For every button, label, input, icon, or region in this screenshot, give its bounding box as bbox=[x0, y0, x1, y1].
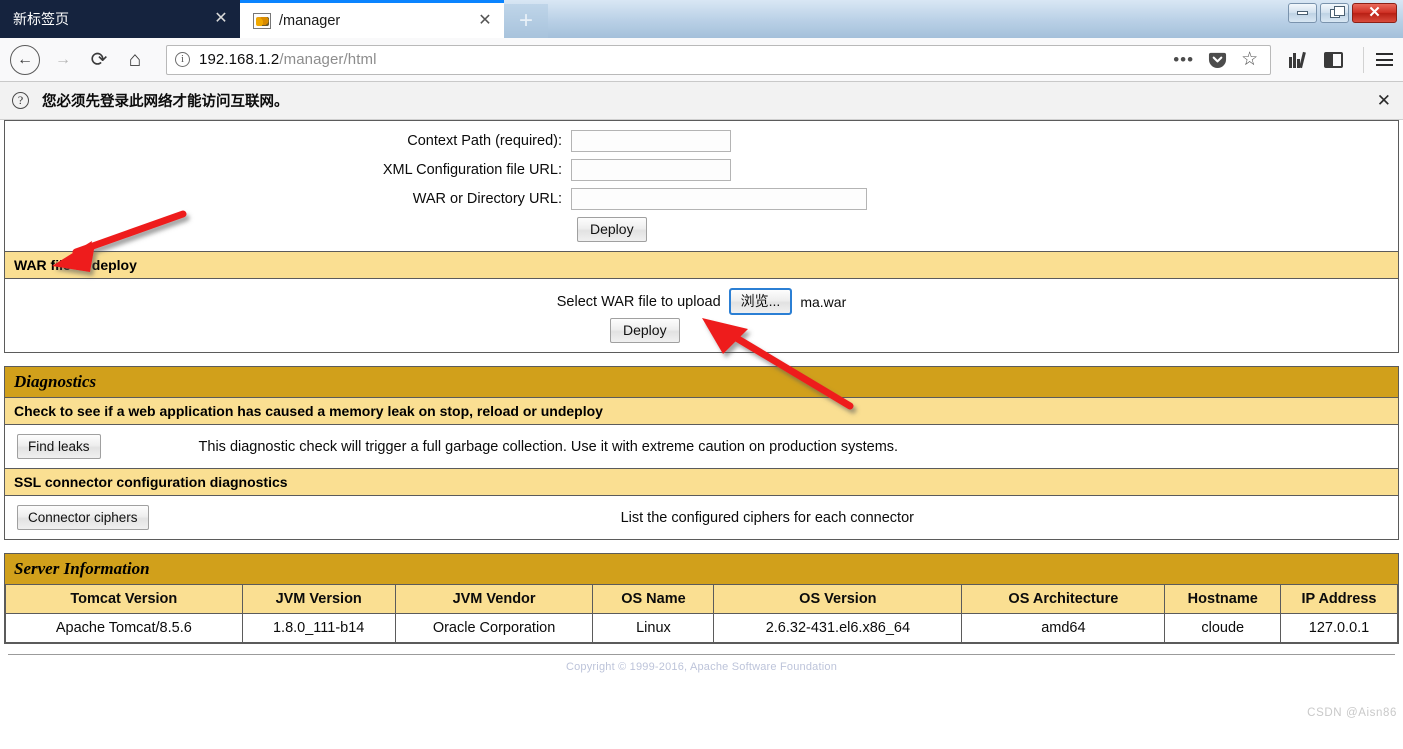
close-icon[interactable]: ✕ bbox=[476, 12, 494, 30]
bookmark-star-icon[interactable]: ☆ bbox=[1241, 50, 1258, 69]
close-window-button[interactable]: ✕ bbox=[1352, 3, 1397, 23]
new-tab-button[interactable]: + bbox=[504, 4, 548, 38]
toolbar-actions bbox=[1283, 46, 1393, 73]
war-directory-url-label: WAR or Directory URL: bbox=[412, 191, 562, 207]
section-gap bbox=[4, 353, 1399, 366]
cell-tomcat-version: Apache Tomcat/8.5.6 bbox=[5, 613, 243, 643]
url-path: /manager/html bbox=[279, 51, 377, 68]
column-header: Tomcat Version bbox=[5, 584, 243, 614]
section-gap bbox=[4, 540, 1399, 553]
cell-os-version: 2.6.32-431.el6.x86_64 bbox=[713, 613, 963, 643]
form-row-context-path: Context Path (required): bbox=[5, 130, 1398, 152]
cell-jvm-vendor: Oracle Corporation bbox=[394, 613, 594, 643]
minimize-icon bbox=[1297, 11, 1308, 15]
back-icon[interactable]: ← bbox=[10, 44, 40, 75]
column-header: OS Name bbox=[592, 584, 715, 614]
server-information-panel: Server Information Tomcat Version JVM Ve… bbox=[4, 553, 1399, 644]
memory-leak-subheading: Check to see if a web application has ca… bbox=[5, 398, 1398, 425]
tab-new-page[interactable]: 新标签页 ✕ bbox=[0, 0, 240, 38]
deploy-panel: Context Path (required): XML Configurati… bbox=[4, 120, 1399, 353]
select-war-file-label: Select WAR file to upload bbox=[556, 293, 721, 310]
tomcat-manager-page: Context Path (required): XML Configurati… bbox=[0, 120, 1403, 749]
close-icon[interactable]: ✕ bbox=[212, 10, 230, 28]
close-icon: ✕ bbox=[1368, 4, 1381, 21]
page-actions-icon[interactable]: ••• bbox=[1173, 51, 1194, 68]
war-upload-row: Select WAR file to upload 浏览... ma.war bbox=[5, 279, 1398, 318]
column-header: JVM Version bbox=[241, 584, 396, 614]
tab-title: /manager bbox=[279, 12, 341, 29]
home-icon[interactable]: ⌂ bbox=[118, 43, 152, 77]
selected-file-name: ma.war bbox=[800, 293, 847, 310]
find-leaks-button[interactable]: Find leaks bbox=[17, 434, 101, 459]
connector-ciphers-description: List the configured ciphers for each con… bbox=[620, 509, 914, 526]
cell-os-architecture: amd64 bbox=[961, 613, 1166, 643]
menu-icon[interactable] bbox=[1363, 46, 1393, 73]
footer-divider bbox=[8, 654, 1395, 655]
tab-title: 新标签页 bbox=[13, 11, 69, 27]
server-information-table: Tomcat Version JVM Version JVM Vendor OS… bbox=[5, 584, 1398, 643]
library-icon[interactable] bbox=[1289, 51, 1306, 69]
table-header-row: Tomcat Version JVM Version JVM Vendor OS… bbox=[5, 584, 1398, 614]
tabstrip-filler bbox=[548, 0, 1403, 38]
footer-copyright: Copyright © 1999-2016, Apache Software F… bbox=[565, 661, 838, 673]
cell-ip-address: 127.0.0.1 bbox=[1280, 613, 1398, 643]
war-upload-area: Select WAR file to upload 浏览... ma.war D… bbox=[5, 279, 1398, 352]
deploy-path-button[interactable]: Deploy bbox=[577, 217, 647, 242]
restore-button[interactable] bbox=[1320, 3, 1349, 23]
tab-strip: 新标签页 ✕ /manager ✕ + ✕ bbox=[0, 0, 1403, 38]
cell-os-name: Linux bbox=[592, 613, 715, 643]
column-header: JVM Vendor bbox=[394, 584, 594, 614]
address-bar[interactable]: i 192.168.1.2/manager/html ••• ☆ bbox=[166, 44, 1272, 75]
restore-icon bbox=[1329, 5, 1345, 18]
reload-icon[interactable]: ⟳ bbox=[82, 43, 116, 77]
ssl-diagnostics-subheading: SSL connector configuration diagnostics bbox=[5, 468, 1398, 496]
column-header: OS Version bbox=[713, 584, 963, 614]
form-row-xml-config: XML Configuration file URL: bbox=[5, 159, 1398, 181]
xml-config-url-label: XML Configuration file URL: bbox=[382, 162, 562, 178]
find-leaks-description: This diagnostic check will trigger a ful… bbox=[198, 438, 899, 455]
context-path-label: Context Path (required): bbox=[407, 133, 562, 149]
close-icon[interactable]: ✕ bbox=[1377, 91, 1391, 111]
notification-text: 您必须先登录此网络才能访问互联网。 bbox=[42, 94, 289, 110]
war-file-to-deploy-heading: WAR file to deploy bbox=[5, 251, 1398, 279]
context-path-input[interactable] bbox=[571, 130, 731, 152]
column-header: Hostname bbox=[1164, 584, 1281, 614]
url-text: 192.168.1.2/manager/html bbox=[199, 51, 377, 68]
tomcat-favicon-icon bbox=[253, 12, 271, 29]
xml-config-url-input[interactable] bbox=[571, 159, 731, 181]
diagnostics-panel: Diagnostics Check to see if a web applic… bbox=[4, 366, 1399, 540]
sidebar-icon[interactable] bbox=[1324, 51, 1343, 68]
form-row-war-url: WAR or Directory URL: bbox=[5, 188, 1398, 210]
connector-ciphers-button[interactable]: Connector ciphers bbox=[17, 505, 149, 530]
connector-ciphers-row: Connector ciphers List the configured ci… bbox=[5, 496, 1398, 539]
find-leaks-row: Find leaks This diagnostic check will tr… bbox=[5, 425, 1398, 468]
war-deploy-button-row: Deploy bbox=[5, 318, 1398, 352]
minimize-button[interactable] bbox=[1288, 3, 1317, 23]
tab-manager[interactable]: /manager ✕ bbox=[240, 0, 504, 38]
deploy-button-row: Deploy bbox=[5, 217, 1398, 242]
browse-button[interactable]: 浏览... bbox=[728, 288, 793, 315]
server-information-heading: Server Information bbox=[5, 554, 1398, 584]
forward-icon[interactable]: → bbox=[46, 43, 80, 77]
column-header: OS Architecture bbox=[961, 584, 1166, 614]
cell-jvm-version: 1.8.0_111-b14 bbox=[241, 613, 396, 643]
deploy-war-button[interactable]: Deploy bbox=[610, 318, 680, 343]
question-mark-icon: ? bbox=[12, 92, 29, 109]
war-directory-url-input[interactable] bbox=[571, 188, 867, 210]
column-header: IP Address bbox=[1280, 584, 1398, 614]
table-row: Apache Tomcat/8.5.6 1.8.0_111-b14 Oracle… bbox=[5, 613, 1398, 643]
pocket-icon[interactable] bbox=[1208, 50, 1227, 69]
cell-hostname: cloude bbox=[1164, 613, 1281, 643]
url-host: 192.168.1.2 bbox=[199, 51, 280, 68]
page-info-icon[interactable]: i bbox=[175, 52, 190, 67]
watermark: CSDN @Aisn86 bbox=[1307, 707, 1397, 719]
browser-window: 新标签页 ✕ /manager ✕ + ✕ ← → ⟳ ⌂ i 192.168.… bbox=[0, 0, 1403, 749]
navigation-toolbar: ← → ⟳ ⌂ i 192.168.1.2/manager/html ••• ☆ bbox=[0, 38, 1403, 82]
network-login-notification: ? 您必须先登录此网络才能访问互联网。 ✕ bbox=[0, 82, 1403, 120]
window-controls: ✕ bbox=[1288, 3, 1397, 23]
diagnostics-heading: Diagnostics bbox=[5, 367, 1398, 398]
address-bar-actions: ••• ☆ bbox=[1173, 50, 1262, 69]
deploy-directory-form: Context Path (required): XML Configurati… bbox=[5, 121, 1398, 251]
